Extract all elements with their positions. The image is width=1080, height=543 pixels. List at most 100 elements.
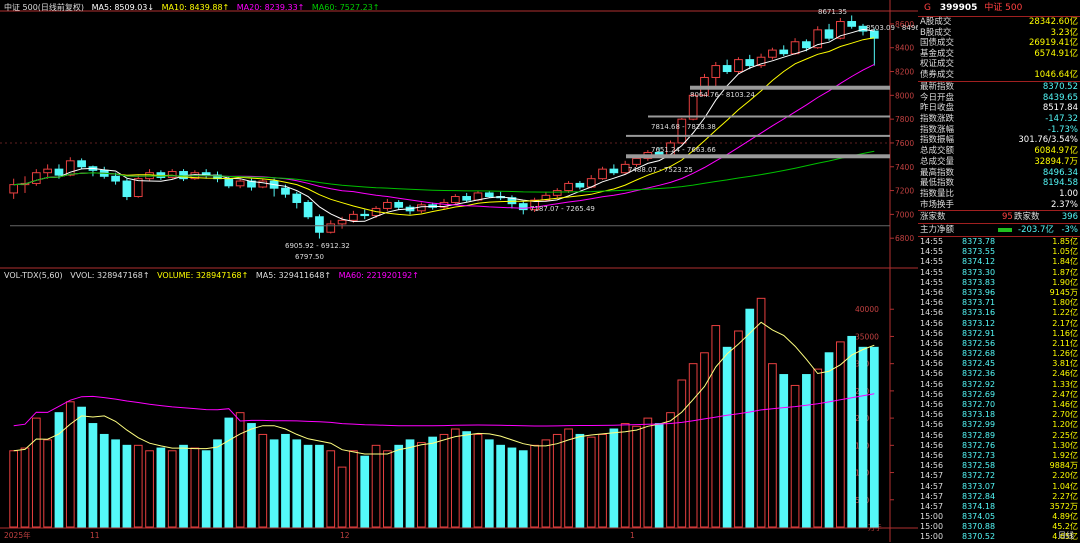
- candle-body: [31, 172, 41, 184]
- tick-amount: 3.81亿: [1052, 359, 1078, 369]
- volume-bar: [745, 308, 755, 528]
- stat-row-label: 昨日收盘: [920, 103, 955, 114]
- tick-price: 8374.05: [962, 512, 996, 522]
- stat-row-label: 今日开盘: [920, 92, 955, 103]
- stat-row-value: 8370.52: [1042, 82, 1078, 92]
- volume-bar: [813, 368, 823, 528]
- volume-bar: [779, 374, 789, 528]
- turnover-row: 权证成交: [918, 59, 1080, 70]
- turnover-row-value: 28342.60亿: [1028, 17, 1078, 27]
- period-label[interactable]: 日线: [1058, 530, 1074, 541]
- tick-amount: 3572万: [1049, 501, 1078, 511]
- tick-time: 14:57: [920, 481, 944, 491]
- stat-row-value: 1.00: [1059, 188, 1078, 199]
- tick-list[interactable]: 14:55 8373.78 1.85亿 14:55 8373.55 1.05亿 14:55 8…: [918, 237, 1080, 543]
- index-code: 399905: [939, 3, 978, 13]
- tick-price: 8372.73: [962, 450, 996, 460]
- volume-bar: [20, 447, 30, 528]
- vol-tick-label: 40000: [855, 305, 879, 314]
- tick-time: 14:55: [920, 277, 944, 287]
- stat-row-value: 6084.97亿: [1034, 146, 1078, 157]
- tick-row: 14:56 8373.16 1.22亿: [918, 308, 1080, 318]
- volume-bar: [122, 444, 132, 528]
- stat-row-value: 8439.65: [1042, 92, 1078, 103]
- volume-bar: [383, 450, 392, 528]
- vvol-label: VVOL: 328947168↑: [70, 271, 150, 280]
- stat-row: 指数涨幅 -1.73%: [918, 125, 1080, 136]
- candle-body: [383, 201, 392, 209]
- tick-time: 15:00: [920, 532, 944, 542]
- tick-time: 14:55: [920, 247, 944, 257]
- candle-body: [349, 213, 358, 221]
- volume-bar: [54, 412, 64, 528]
- price-tick-label: 7000: [895, 210, 914, 219]
- gap-band: [690, 85, 890, 90]
- volume-bar: [507, 447, 517, 528]
- tick-row: 14:55 8374.12 1.84亿: [918, 257, 1080, 267]
- price-tick-label: 8200: [895, 68, 914, 77]
- index-info-panel: G 399905 中证 500 A股成交 28342.60亿 B股成交 3.23亿 国债…: [918, 0, 1080, 542]
- mainforce-row: 主力净额 -203.7亿 -3%: [918, 224, 1080, 237]
- tick-time: 14:56: [920, 298, 944, 308]
- volume-bar: [235, 412, 245, 528]
- turnover-row: A股成交 28342.60亿: [918, 17, 1080, 28]
- breadth-row: 涨家数 95 跌家数 396: [918, 211, 1080, 224]
- tick-time: 14:55: [920, 267, 944, 277]
- price-annotation: 6797.50: [295, 253, 324, 261]
- candle-body: [609, 168, 619, 174]
- volume-bar: [145, 450, 154, 528]
- volume-bar: [99, 433, 109, 528]
- tick-amount: 2.47亿: [1052, 389, 1078, 399]
- tick-price: 8373.07: [962, 481, 996, 491]
- tick-price: 8372.72: [962, 471, 996, 481]
- tick-price: 8372.69: [962, 389, 996, 399]
- tick-time: 14:56: [920, 349, 944, 359]
- stat-row: 最高指数 8496.34: [918, 168, 1080, 179]
- volume-bar: [111, 439, 120, 528]
- candle-body: [722, 65, 732, 73]
- candle-body: [802, 41, 811, 49]
- volume-bar: [620, 423, 630, 528]
- tick-price: 8372.76: [962, 440, 996, 450]
- price-annotation: 7187.07 - 7265.49: [530, 205, 595, 213]
- stat-row-value: 32894.7万: [1034, 156, 1078, 167]
- candle-body: [54, 168, 64, 176]
- tick-amount: 2.20亿: [1052, 471, 1078, 481]
- stat-row: 市场换手 2.37%: [918, 200, 1080, 211]
- candle-body: [326, 223, 336, 233]
- tick-price: 8372.36: [962, 369, 996, 379]
- tick-amount: 1.87亿: [1052, 267, 1078, 277]
- stat-row-value: 2.37%: [1050, 199, 1078, 210]
- tick-row: 14:56 8372.92 1.33亿: [918, 380, 1080, 390]
- stat-row: 今日开盘 8439.65: [918, 93, 1080, 104]
- volume-bar: [77, 406, 86, 528]
- chart-area[interactable]: 8600 8400 8200 8000 7800 7600 7400 7200 7000 6800…: [0, 0, 918, 542]
- candle-body: [450, 196, 460, 203]
- price-tick-label: 7600: [895, 139, 914, 148]
- volume-bar: [768, 363, 777, 528]
- stat-row: 总成交量 32894.7万: [918, 157, 1080, 168]
- tick-price: 8372.68: [962, 349, 996, 359]
- tick-row: 14:56 8373.18 2.70亿: [918, 410, 1080, 420]
- date-label: 1: [630, 531, 635, 540]
- rise-label: 涨家数: [920, 212, 946, 222]
- volume-bar: [575, 433, 585, 528]
- stat-row-value: 301.76/3.54%: [1018, 135, 1078, 146]
- tick-amount: 2.11亿: [1052, 338, 1078, 348]
- volume-bar: [417, 442, 426, 528]
- turnover-section: A股成交 28342.60亿 B股成交 3.23亿 国债成交 26919.41亿 基金成交 6…: [918, 17, 1080, 82]
- tick-price: 8372.45: [962, 359, 996, 369]
- volume-bar: [541, 439, 551, 528]
- volume-bar: [858, 346, 868, 528]
- volume-bar: [360, 455, 370, 528]
- tick-row: 14:55 8373.30 1.87亿: [918, 268, 1080, 278]
- tick-price: 8372.56: [962, 338, 996, 348]
- stat-row-label: 总成交量: [920, 156, 955, 167]
- ma10-line: [13, 37, 875, 216]
- volume-bar: [269, 439, 279, 528]
- stat-row-label: 指数涨跌: [920, 114, 955, 125]
- volume-bar: [428, 436, 438, 528]
- candle-body: [847, 21, 857, 27]
- tick-row: 14:56 8372.58 9884万: [918, 461, 1080, 471]
- vol-ma60-line: [13, 393, 875, 427]
